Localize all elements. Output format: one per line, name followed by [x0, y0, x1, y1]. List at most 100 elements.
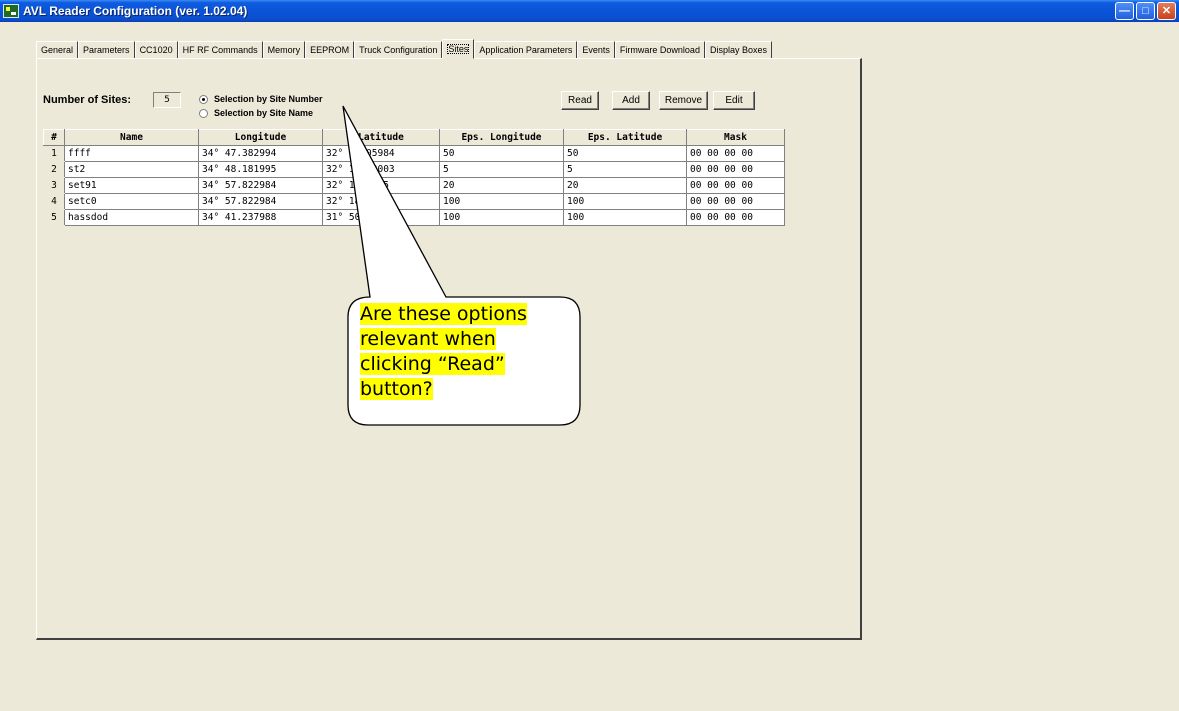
cell-eps-latitude[interactable]: 100 — [563, 209, 687, 226]
tab-label: Application Parameters — [479, 45, 573, 55]
cell-mask[interactable]: 00 00 00 00 — [686, 193, 785, 210]
tab-label: HF RF Commands — [182, 45, 258, 55]
cell-name[interactable]: ffff — [64, 145, 199, 162]
app-icon — [3, 4, 19, 18]
radio-label: Selection by Site Number — [214, 94, 323, 104]
close-button[interactable]: ✕ — [1157, 2, 1176, 20]
cell-eps-longitude[interactable]: 20 — [439, 177, 564, 194]
cell-eps-latitude[interactable]: 100 — [563, 193, 687, 210]
tab-label: Truck Configuration — [359, 45, 438, 55]
tab-label: CC1020 — [139, 45, 173, 55]
cell-mask[interactable]: 00 00 00 00 — [686, 145, 785, 162]
column-header[interactable]: Mask — [686, 129, 785, 146]
maximize-button[interactable]: □ — [1136, 2, 1155, 20]
cell-eps-longitude[interactable]: 100 — [439, 193, 564, 210]
table-row[interactable]: 3 set91 34° 57.822984 32° 1.35985 20 20 … — [43, 177, 785, 194]
tab-events[interactable]: Events — [577, 41, 615, 59]
column-header[interactable]: Eps. Latitude — [563, 129, 687, 146]
cell-mask[interactable]: 00 00 00 00 — [686, 177, 785, 194]
tab-cc1020[interactable]: CC1020 — [134, 41, 178, 59]
radio-label: Selection by Site Name — [214, 108, 314, 118]
cell-longitude[interactable]: 34° 57.822984 — [198, 177, 323, 194]
cell-latitude[interactable]: 32° 1.35985 — [322, 177, 440, 194]
table-row[interactable]: 4 setc0 34° 57.822984 32° 18.999 100 100… — [43, 193, 785, 210]
number-of-sites-label: Number of Sites: — [43, 94, 132, 106]
cell-latitude[interactable]: 32° 1.952003 — [322, 161, 440, 178]
radio-selection-by-site-number[interactable]: Selection by Site Number — [199, 94, 323, 104]
tab-strip: General Parameters CC1020 HF RF Commands… — [36, 39, 772, 59]
tab-label: Display Boxes — [709, 45, 767, 55]
tab-label: Firmware Download — [619, 45, 700, 55]
callout-line: clicking “Read” — [360, 352, 560, 377]
remove-button[interactable]: Remove — [659, 91, 708, 110]
callout-line: relevant when — [360, 327, 560, 352]
edit-button[interactable]: Edit — [713, 91, 755, 110]
cell-eps-longitude[interactable]: 100 — [439, 209, 564, 226]
cell-longitude[interactable]: 34° 41.237988 — [198, 209, 323, 226]
cell-mask[interactable]: 00 00 00 00 — [686, 209, 785, 226]
cell-longitude[interactable]: 34° 48.181995 — [198, 161, 323, 178]
tab-label: Memory — [267, 45, 301, 55]
tab-parameters[interactable]: Parameters — [78, 41, 135, 59]
cell-latitude[interactable]: 32° 1.205984 — [322, 145, 440, 162]
cell-name[interactable]: hassdod — [64, 209, 199, 226]
callout-line: button? — [360, 377, 560, 402]
cell-eps-longitude[interactable]: 5 — [439, 161, 564, 178]
tab-display-boxes[interactable]: Display Boxes — [704, 41, 772, 59]
tab-label: Events — [582, 45, 610, 55]
radio-unchecked-icon[interactable] — [199, 108, 208, 118]
table-row[interactable]: 5 hassdod 34° 41.237988 31° 50.98 100 10… — [43, 209, 785, 226]
row-number: 1 — [43, 145, 65, 162]
table-row[interactable]: 2 st2 34° 48.181995 32° 1.952003 5 5 00 … — [43, 161, 785, 178]
callout-line-text: Are these options — [360, 303, 527, 325]
title-bar: AVL Reader Configuration (ver. 1.02.04) … — [0, 0, 1179, 22]
tab-eeprom[interactable]: EEPROM — [305, 41, 355, 59]
cell-latitude[interactable]: 32° 18.999 — [322, 193, 440, 210]
cell-eps-longitude[interactable]: 50 — [439, 145, 564, 162]
tab-general[interactable]: General — [36, 41, 79, 59]
column-header[interactable]: Eps. Longitude — [439, 129, 564, 146]
callout-line-text: button? — [360, 378, 433, 400]
tab-label: General — [41, 45, 74, 55]
cell-longitude[interactable]: 34° 57.822984 — [198, 193, 323, 210]
tab-hf-rf-commands[interactable]: HF RF Commands — [177, 41, 263, 59]
table-row[interactable]: 1 ffff 34° 47.382994 32° 1.205984 50 50 … — [43, 145, 785, 162]
read-button[interactable]: Read — [561, 91, 599, 110]
cell-name[interactable]: setc0 — [64, 193, 199, 210]
radio-selection-by-site-name[interactable]: Selection by Site Name — [199, 108, 313, 118]
add-button[interactable]: Add — [612, 91, 650, 110]
tab-label: EEPROM — [310, 45, 350, 55]
callout-text: Are these options relevant when clicking… — [360, 302, 560, 402]
window-controls: — □ ✕ — [1115, 2, 1176, 20]
cell-name[interactable]: st2 — [64, 161, 199, 178]
radio-checked-icon[interactable] — [199, 94, 208, 104]
tab-sites[interactable]: Sites — [442, 39, 475, 59]
tab-truck-configuration[interactable]: Truck Configuration — [354, 41, 443, 59]
row-number: 4 — [43, 193, 65, 210]
tab-firmware-download[interactable]: Firmware Download — [614, 41, 705, 59]
row-number: 2 — [43, 161, 65, 178]
callout-line-text: clicking “Read” — [360, 353, 505, 375]
table-header-row: # Name Longitude Latitude Eps. Longitude… — [43, 129, 785, 146]
row-number: 3 — [43, 177, 65, 194]
cell-longitude[interactable]: 34° 47.382994 — [198, 145, 323, 162]
column-header[interactable]: Longitude — [198, 129, 323, 146]
tab-memory[interactable]: Memory — [262, 41, 306, 59]
tab-label: Parameters — [83, 45, 130, 55]
cell-eps-latitude[interactable]: 50 — [563, 145, 687, 162]
cell-eps-latitude[interactable]: 20 — [563, 177, 687, 194]
column-header[interactable]: Name — [64, 129, 199, 146]
column-header[interactable]: # — [43, 129, 65, 146]
minimize-button[interactable]: — — [1115, 2, 1134, 20]
cell-mask[interactable]: 00 00 00 00 — [686, 161, 785, 178]
cell-name[interactable]: set91 — [64, 177, 199, 194]
tab-label: Sites — [447, 44, 470, 54]
tab-application-parameters[interactable]: Application Parameters — [474, 41, 578, 59]
number-of-sites-field[interactable]: 5 — [153, 92, 181, 108]
cell-eps-latitude[interactable]: 5 — [563, 161, 687, 178]
callout-line-text: relevant when — [360, 328, 496, 350]
cell-latitude[interactable]: 31° 50.98 — [322, 209, 440, 226]
window-title: AVL Reader Configuration (ver. 1.02.04) — [23, 4, 248, 18]
column-header[interactable]: Latitude — [322, 129, 440, 146]
callout-line: Are these options — [360, 302, 560, 327]
